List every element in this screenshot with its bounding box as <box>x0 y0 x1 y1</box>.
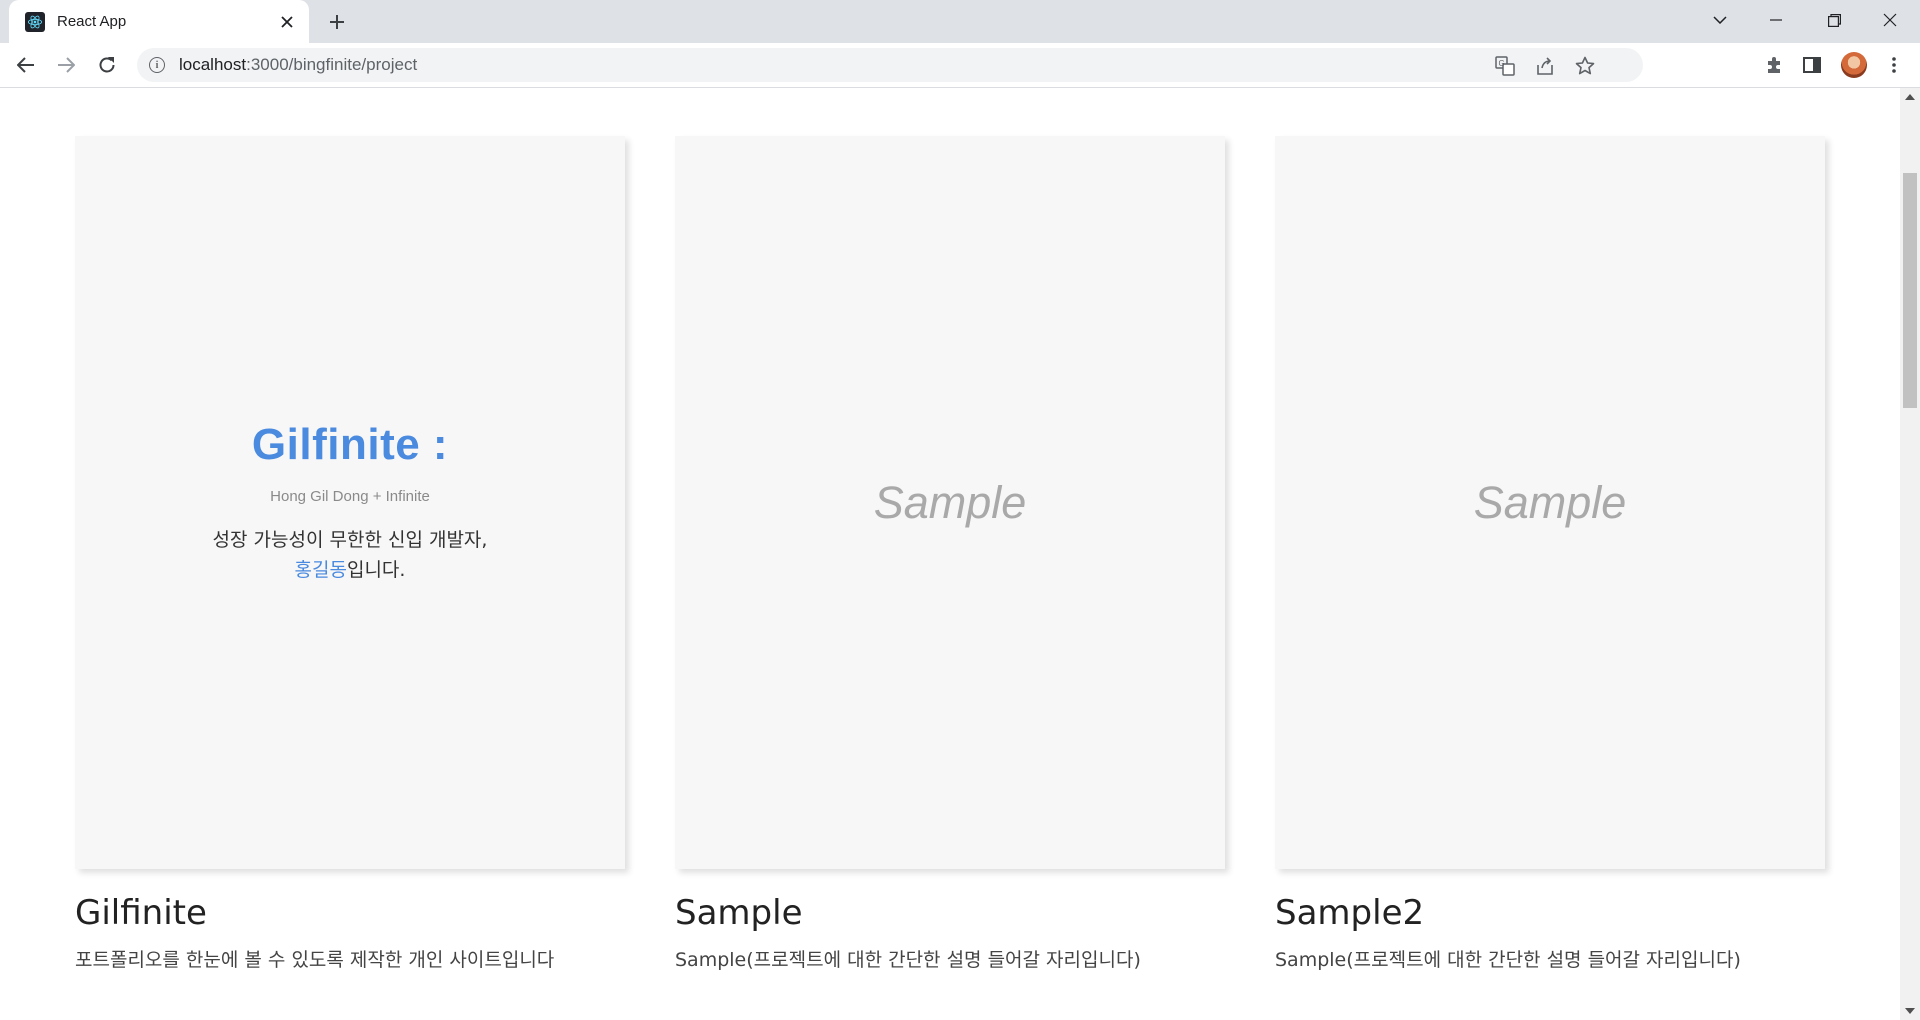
tab-search-chevron-down-icon[interactable] <box>1692 0 1748 40</box>
project-card-gilfinite[interactable]: Gilfinite : Hong Gil Dong + Infinite 성장 … <box>75 136 625 972</box>
page-viewport: Gilfinite : Hong Gil Dong + Infinite 성장 … <box>0 88 1900 1020</box>
browser-toolbar: i localhost:3000/bingfinite/project G <box>0 43 1920 88</box>
url-path: :3000/bingfinite/project <box>246 55 418 74</box>
more-menu-icon[interactable] <box>1882 53 1906 77</box>
browser-tab[interactable]: React App <box>9 0 309 43</box>
url-text: localhost:3000/bingfinite/project <box>179 55 417 75</box>
scrollbar-thumb[interactable] <box>1903 173 1917 408</box>
project-card-sample[interactable]: Sample Sample Sample(프로젝트에 대한 간단한 설명 들어갈… <box>675 136 1225 972</box>
project-card-sample2[interactable]: Sample Sample2 Sample(프로젝트에 대한 간단한 설명 들어… <box>1275 136 1825 972</box>
url-host: localhost <box>179 55 247 74</box>
tab-title: React App <box>57 13 127 30</box>
project-thumbnail[interactable]: Sample <box>675 136 1225 869</box>
new-tab-plus-icon[interactable] <box>323 8 351 36</box>
thumbnail-desc-line2: 홍길동입니다. <box>213 555 488 585</box>
share-icon[interactable] <box>1535 56 1555 76</box>
vertical-scrollbar[interactable] <box>1900 88 1920 1020</box>
react-favicon-icon <box>25 11 45 32</box>
thumbnail-desc-line1: 성장 가능성이 무한한 신입 개발자, <box>212 529 488 551</box>
site-info-icon[interactable]: i <box>149 57 165 73</box>
scroll-down-arrow-icon[interactable] <box>1905 1008 1915 1014</box>
project-description: Sample(프로젝트에 대한 간단한 설명 들어갈 자리입니다) <box>675 949 1141 971</box>
bookmark-star-icon[interactable] <box>1575 56 1595 76</box>
forward-icon[interactable] <box>50 49 82 81</box>
thumbnail-description: 성장 가능성이 무한한 신입 개발자, 홍길동입니다. <box>213 525 488 585</box>
address-bar[interactable]: i localhost:3000/bingfinite/project G <box>137 48 1643 82</box>
project-title: Sample <box>675 893 803 933</box>
project-title: Sample2 <box>1275 893 1425 933</box>
project-description: 포트폴리오를 한눈에 볼 수 있도록 제작한 개인 사이트입니다 <box>75 949 555 971</box>
project-title: Gilfinite <box>75 893 207 933</box>
window-close-icon[interactable] <box>1862 0 1918 40</box>
thumbnail-desc-line2-rest: 입니다. <box>346 559 406 581</box>
project-thumbnail[interactable]: Gilfinite : Hong Gil Dong + Infinite 성장 … <box>75 136 625 869</box>
project-grid: Gilfinite : Hong Gil Dong + Infinite 성장 … <box>75 136 1825 972</box>
minimize-icon[interactable] <box>1748 0 1804 40</box>
thumbnail-placeholder-text: Sample <box>1473 476 1627 528</box>
svg-text:G: G <box>1499 59 1505 68</box>
extensions-icon[interactable] <box>1762 53 1786 77</box>
thumbnail-placeholder-text: Sample <box>873 476 1027 528</box>
restore-icon[interactable] <box>1806 0 1862 40</box>
scroll-up-arrow-icon[interactable] <box>1905 94 1915 100</box>
tab-close-icon[interactable] <box>277 12 297 32</box>
project-thumbnail[interactable]: Sample <box>1275 136 1825 869</box>
thumbnail-name-highlight: 홍길동 <box>294 559 347 581</box>
tab-strip: React App <box>0 0 1920 43</box>
project-description: Sample(프로젝트에 대한 간단한 설명 들어갈 자리입니다) <box>1275 949 1741 971</box>
thumbnail-headline: Gilfinite : <box>251 420 449 469</box>
translate-icon[interactable]: G <box>1495 56 1515 76</box>
profile-avatar[interactable] <box>1841 52 1867 78</box>
reload-icon[interactable] <box>91 49 123 81</box>
thumbnail-subtitle: Hong Gil Dong + Infinite <box>270 488 430 505</box>
side-panel-icon[interactable] <box>1800 53 1824 77</box>
back-icon[interactable] <box>10 49 42 81</box>
